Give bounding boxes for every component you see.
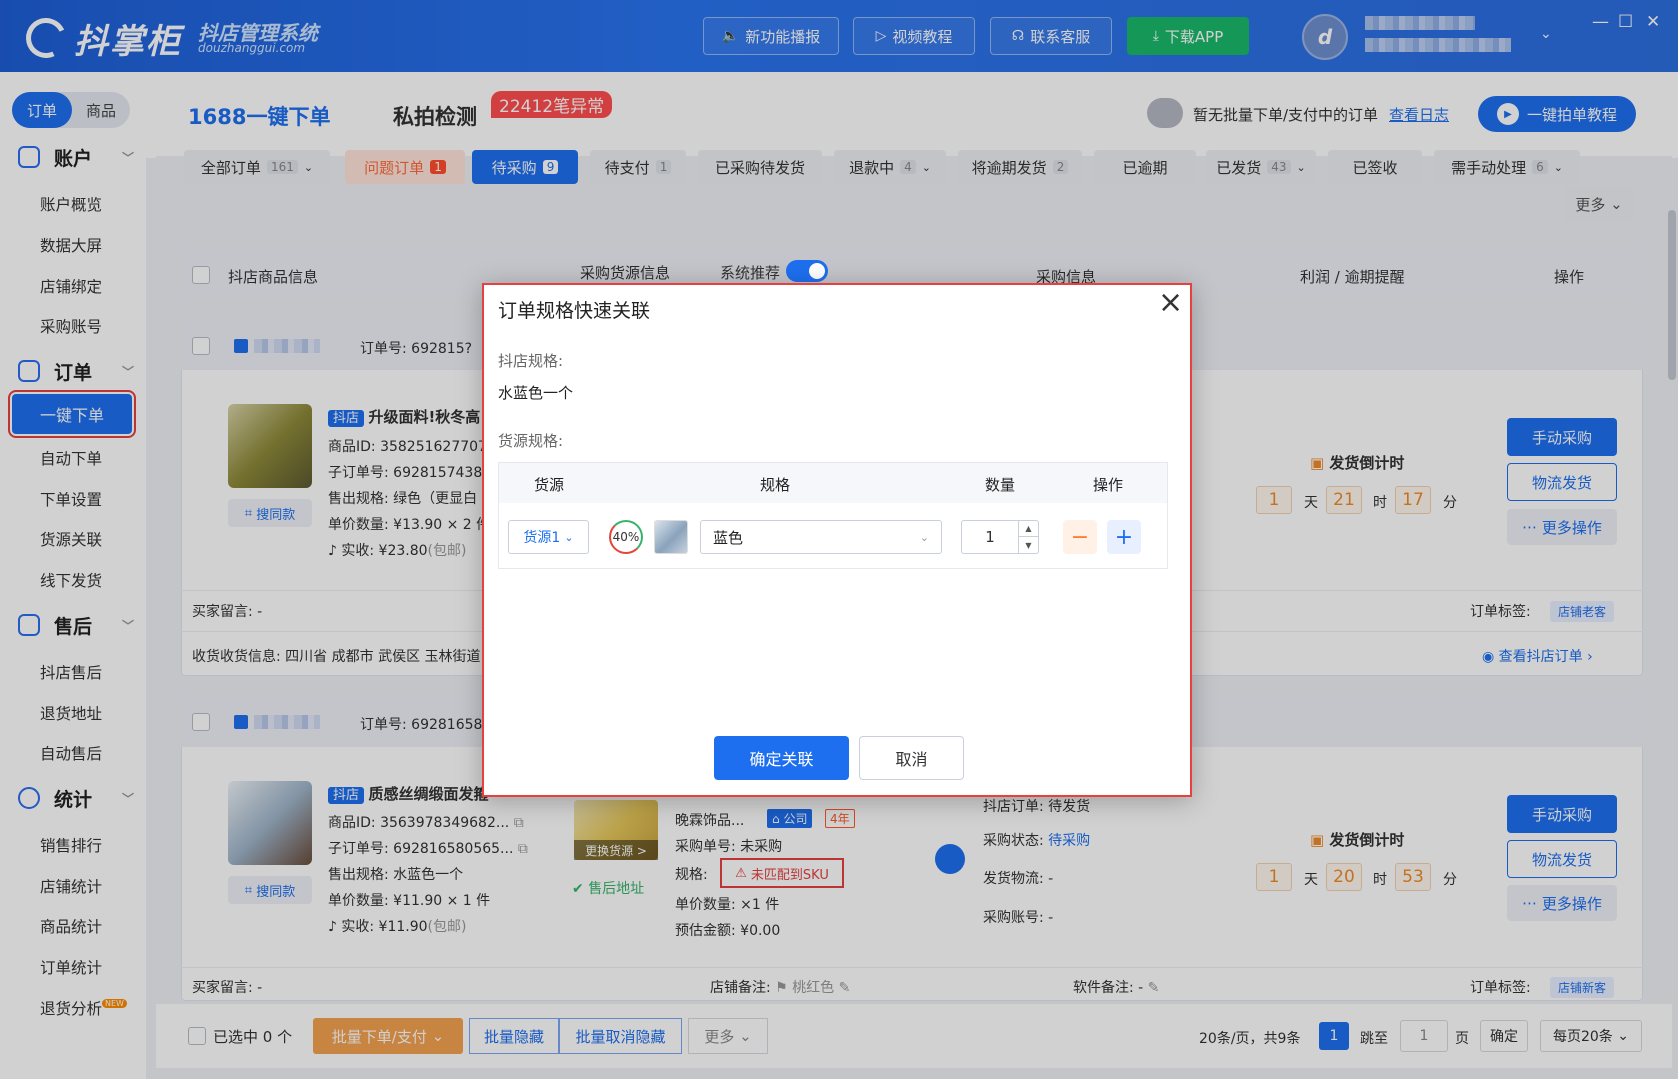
add-row-button[interactable]: + [1107,520,1141,554]
match-rate-ring: 40% [609,520,643,554]
col-quantity: 数量 [985,476,1016,494]
source-select[interactable]: 货源1 ⌄ [508,520,589,554]
shop-spec-label: 抖店规格: [498,352,564,370]
system-recommend-toggle[interactable] [786,260,828,282]
chevron-down-icon: ⌄ [919,530,929,544]
dialog-title: 订单规格快速关联 [498,300,651,322]
source-spec-table-header [499,463,1167,503]
chevron-down-icon: ⌄ [564,530,574,544]
decrement-icon[interactable]: ▼ [1018,537,1038,553]
spec-select[interactable]: 蓝色 ⌄ [700,520,942,554]
source-spec-label: 货源规格: [498,432,564,450]
system-recommend-label: 系统推荐 [720,264,781,282]
close-icon[interactable]: × [1158,288,1183,318]
cancel-button[interactable]: 取消 [859,736,964,780]
col-source: 货源 [534,476,565,494]
shop-spec-value: 水蓝色一个 [498,384,574,402]
col-action: 操作 [1093,476,1124,494]
col-spec: 规格 [760,476,791,494]
quantity-stepper[interactable]: 1 ▲ ▼ [961,520,1039,554]
source-product-thumbnail [654,520,688,554]
confirm-link-button[interactable]: 确定关联 [714,736,849,780]
increment-icon[interactable]: ▲ [1018,521,1038,537]
remove-row-button[interactable]: − [1063,520,1097,554]
quantity-input[interactable]: 1 [962,521,1018,553]
